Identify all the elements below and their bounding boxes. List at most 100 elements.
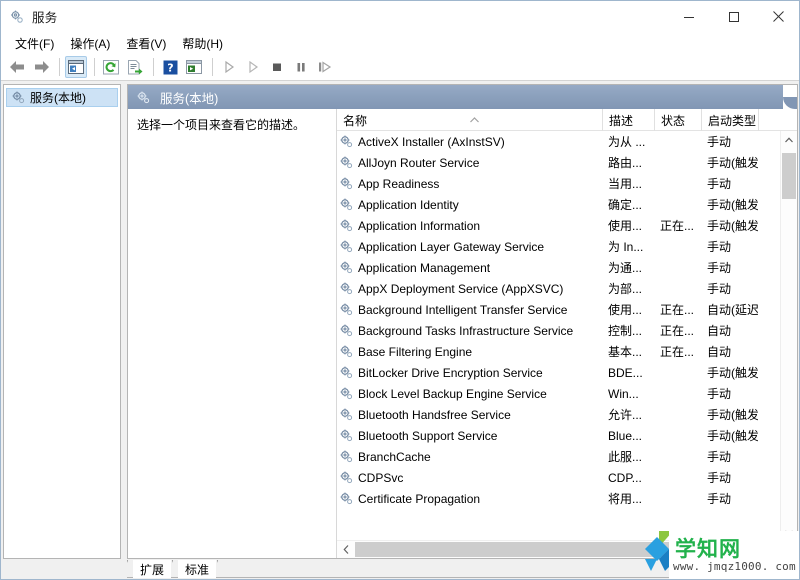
body-area: 服务(本地) 服务(本地) 选择一个项目来查看它的描述。 名称 描述 状态 启动… [1, 81, 799, 579]
toolbar-separator [94, 58, 95, 76]
sidebar-item-label: 服务(本地) [30, 91, 86, 105]
service-name-label: Background Intelligent Transfer Service [358, 302, 568, 317]
table-row[interactable]: Base Filtering Engine 基本... 正在... 自动 [337, 341, 781, 362]
service-gear-icon [339, 239, 354, 254]
cell-service-name: CDPSvc [337, 470, 602, 485]
table-row[interactable]: Bluetooth Support Service Blue... 手动(触发... [337, 425, 781, 446]
table-row[interactable]: Bluetooth Handsfree Service 允许... 手动(触发... [337, 404, 781, 425]
cell-startup-type: 手动 [707, 135, 732, 149]
column-header-description[interactable]: 描述 [602, 109, 654, 131]
forward-arrow-icon[interactable] [30, 56, 52, 78]
table-row[interactable]: Application Identity 确定... 手动(触发... [337, 194, 781, 215]
cell-status: 正在... [660, 345, 695, 359]
cell-description: 为通... [608, 261, 643, 275]
menu-help[interactable]: 帮助(H) [174, 33, 231, 54]
cell-service-name: AllJoyn Router Service [337, 155, 602, 170]
resume-service-icon[interactable] [242, 56, 264, 78]
cell-status: 正在... [660, 303, 695, 317]
vertical-scrollbar[interactable] [780, 131, 797, 541]
table-row[interactable]: Certificate Propagation 将用... 手动 [337, 488, 781, 509]
services-rows: ActiveX Installer (AxInstSV) 为从 ... 手动 AllJ… [337, 131, 781, 541]
sidebar-item-services-local[interactable]: 服务(本地) [6, 88, 118, 107]
minimize-button[interactable] [666, 1, 711, 32]
maximize-button[interactable] [711, 1, 756, 32]
service-gear-icon [339, 428, 354, 443]
column-header-startup-type[interactable]: 启动类型 [701, 109, 758, 131]
service-name-label: Background Tasks Infrastructure Service [358, 323, 574, 338]
column-header-description-label: 描述 [609, 113, 634, 128]
cell-service-name: Application Management [337, 260, 602, 275]
menu-action[interactable]: 操作(A) [62, 33, 118, 54]
cell-description: 为从 ... [608, 135, 646, 149]
table-row[interactable]: Background Intelligent Transfer Service 使… [337, 299, 781, 320]
window-controls [666, 1, 799, 32]
export-list-icon[interactable] [124, 56, 146, 78]
menu-view[interactable]: 查看(V) [118, 33, 174, 54]
cell-description: 允许... [608, 408, 643, 422]
tab-edge-right [217, 560, 226, 578]
tab-standard-label: 标准 [185, 562, 210, 577]
close-button[interactable] [756, 1, 799, 32]
table-row[interactable]: Background Tasks Infrastructure Service 控… [337, 320, 781, 341]
service-name-label: AllJoyn Router Service [358, 155, 480, 170]
cell-status: 正在... [660, 324, 695, 338]
cell-description: 当用... [608, 177, 643, 191]
service-name-label: ActiveX Installer (AxInstSV) [358, 134, 505, 149]
scroll-up-button[interactable] [781, 131, 797, 148]
table-row[interactable]: BitLocker Drive Encryption Service BDE...… [337, 362, 781, 383]
cell-service-name: Background Tasks Infrastructure Service [337, 323, 602, 338]
service-name-label: AppX Deployment Service (AppXSVC) [358, 281, 564, 296]
service-name-label: App Readiness [358, 176, 440, 191]
table-row[interactable]: CDPSvc CDP... 手动 [337, 467, 781, 488]
sort-ascending-icon [470, 112, 479, 123]
table-row[interactable]: Application Layer Gateway Service 为 In...… [337, 236, 781, 257]
scroll-left-button[interactable] [337, 541, 354, 558]
table-row[interactable]: ActiveX Installer (AxInstSV) 为从 ... 手动 [337, 131, 781, 152]
cell-description: 为部... [608, 282, 643, 296]
table-row[interactable]: AllJoyn Router Service 路由... 手动(触发... [337, 152, 781, 173]
back-arrow-icon[interactable] [6, 56, 28, 78]
menu-file[interactable]: 文件(F) [7, 33, 62, 54]
services-gear-icon [9, 9, 25, 25]
service-name-label: CDPSvc [358, 470, 404, 485]
list-column-header: 名称 描述 状态 启动类型 [337, 109, 797, 131]
console-tree-pane: 服务(本地) [3, 84, 121, 559]
service-gear-icon [339, 449, 354, 464]
table-row[interactable]: App Readiness 当用... 手动 [337, 173, 781, 194]
pause-service-icon[interactable] [290, 56, 312, 78]
start-service-icon[interactable] [218, 56, 240, 78]
restart-service-icon[interactable] [314, 56, 336, 78]
show-hide-console-tree-icon[interactable] [65, 56, 87, 78]
toolbar-separator [153, 58, 154, 76]
service-name-label: Bluetooth Handsfree Service [358, 407, 511, 422]
watermark: 学知网 www. jmqz1000. com [615, 529, 799, 579]
cell-service-name: BitLocker Drive Encryption Service [337, 365, 602, 380]
cell-description: 此服... [608, 450, 643, 464]
refresh-icon[interactable] [100, 56, 122, 78]
table-row[interactable]: AppX Deployment Service (AppXSVC) 为部... 手动 [337, 278, 781, 299]
properties-window-icon[interactable] [183, 56, 205, 78]
column-header-name[interactable]: 名称 [337, 109, 602, 131]
table-row[interactable]: BranchCache 此服... 手动 [337, 446, 781, 467]
service-name-label: Bluetooth Support Service [358, 428, 498, 443]
description-placeholder: 选择一个项目来查看它的描述。 [137, 118, 306, 132]
help-question-icon[interactable]: ? [159, 56, 181, 78]
column-header-overflow[interactable] [758, 109, 782, 131]
cell-service-name: Application Layer Gateway Service [337, 239, 602, 254]
table-row[interactable]: Block Level Backup Engine Service Win... 手… [337, 383, 781, 404]
tab-standard[interactable]: 标准 [178, 560, 217, 578]
table-row[interactable]: Application Management 为通... 手动 [337, 257, 781, 278]
cell-startup-type: 自动(延迟... [707, 303, 758, 317]
service-gear-icon [339, 323, 354, 338]
cell-startup-type: 手动 [707, 450, 732, 464]
cell-service-name: AppX Deployment Service (AppXSVC) [337, 281, 602, 296]
stop-service-icon[interactable] [266, 56, 288, 78]
cell-description: Win... [608, 386, 639, 401]
toolbar-separator [212, 58, 213, 76]
table-row[interactable]: Application Information 使用... 正在... 手动(触发..… [337, 215, 781, 236]
service-gear-icon [339, 218, 354, 233]
tab-extended[interactable]: 扩展 [133, 560, 172, 578]
cell-description: CDP... [608, 470, 642, 485]
column-header-status[interactable]: 状态 [654, 109, 701, 131]
vertical-scrollbar-thumb[interactable] [782, 153, 796, 199]
